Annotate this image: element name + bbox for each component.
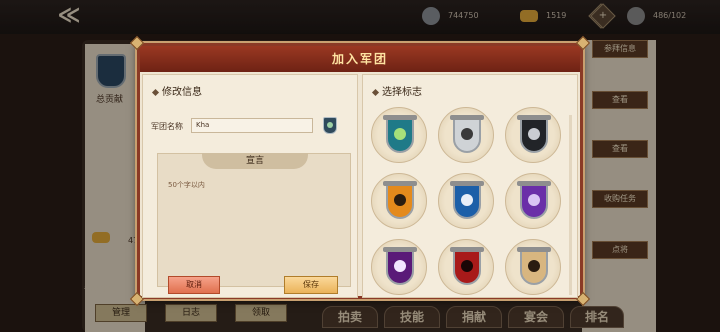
choose-emblem-heading: 选择标志 (371, 83, 422, 98)
emblem-teal-wolf-option[interactable] (371, 107, 427, 163)
emblem-red-demon-option[interactable] (438, 239, 494, 295)
emblem-sigil-icon (394, 194, 406, 206)
dialog-title: 加入军团 (331, 52, 388, 66)
declaration-title: 宣言 (245, 156, 264, 166)
choose-emblem-title: 选择标志 (382, 87, 422, 98)
banner-pole-icon (517, 115, 551, 120)
diamond-bullet-icon (151, 88, 160, 96)
choose-emblem-section: 选择标志 (362, 74, 578, 298)
legion-name-input[interactable]: Kha (191, 118, 313, 133)
emblem-blue-lion-option[interactable] (438, 173, 494, 229)
emblem-sigil-icon (461, 128, 473, 140)
save-button[interactable]: 保存 (284, 276, 338, 294)
emblem-orange-beast-option[interactable] (371, 173, 427, 229)
banner-pole-icon (450, 247, 484, 252)
banner-pole-icon (517, 181, 551, 186)
emblem-purple-skull-option[interactable] (505, 173, 561, 229)
join-legion-dialog: 加入军团 修改信息 军团名称 Kha 宣言 50个字以内 取消 保存 选择标志 (129, 35, 591, 307)
selected-emblem-icon (323, 117, 337, 134)
banner-pole-icon (450, 115, 484, 120)
banner-pole-icon (517, 247, 551, 252)
banner-pole-icon (450, 181, 484, 186)
edit-info-section: 修改信息 军团名称 Kha 宣言 50个字以内 取消 保存 (142, 74, 358, 298)
emblem-sigil-icon (461, 194, 473, 206)
emblem-sigil-icon (528, 194, 540, 206)
emblem-sigil-icon (528, 260, 540, 272)
emblem-sigil-icon (394, 128, 406, 140)
banner-pole-icon (383, 181, 417, 186)
emblem-violet-dragon-option[interactable] (371, 239, 427, 295)
emblem-tan-bird-option[interactable] (505, 239, 561, 295)
banner-pole-icon (383, 247, 417, 252)
emblem-black-spider-option[interactable] (505, 107, 561, 163)
emblem-sigil-icon (394, 260, 406, 272)
cancel-button[interactable]: 取消 (168, 276, 220, 294)
edit-info-title: 修改信息 (162, 87, 202, 98)
legion-name-label: 军团名称 (151, 122, 183, 131)
edit-info-heading: 修改信息 (151, 83, 202, 98)
emblem-sigil-icon (528, 128, 540, 140)
declaration-placeholder: 50个字以内 (168, 181, 205, 189)
emblem-scrollbar[interactable] (569, 115, 572, 295)
banner-pole-icon (383, 115, 417, 120)
diamond-bullet-icon (371, 88, 380, 96)
emblem-white-serpent-option[interactable] (438, 107, 494, 163)
emblem-sigil-icon (461, 260, 473, 272)
declaration-box[interactable]: 宣言 50个字以内 (157, 153, 351, 287)
